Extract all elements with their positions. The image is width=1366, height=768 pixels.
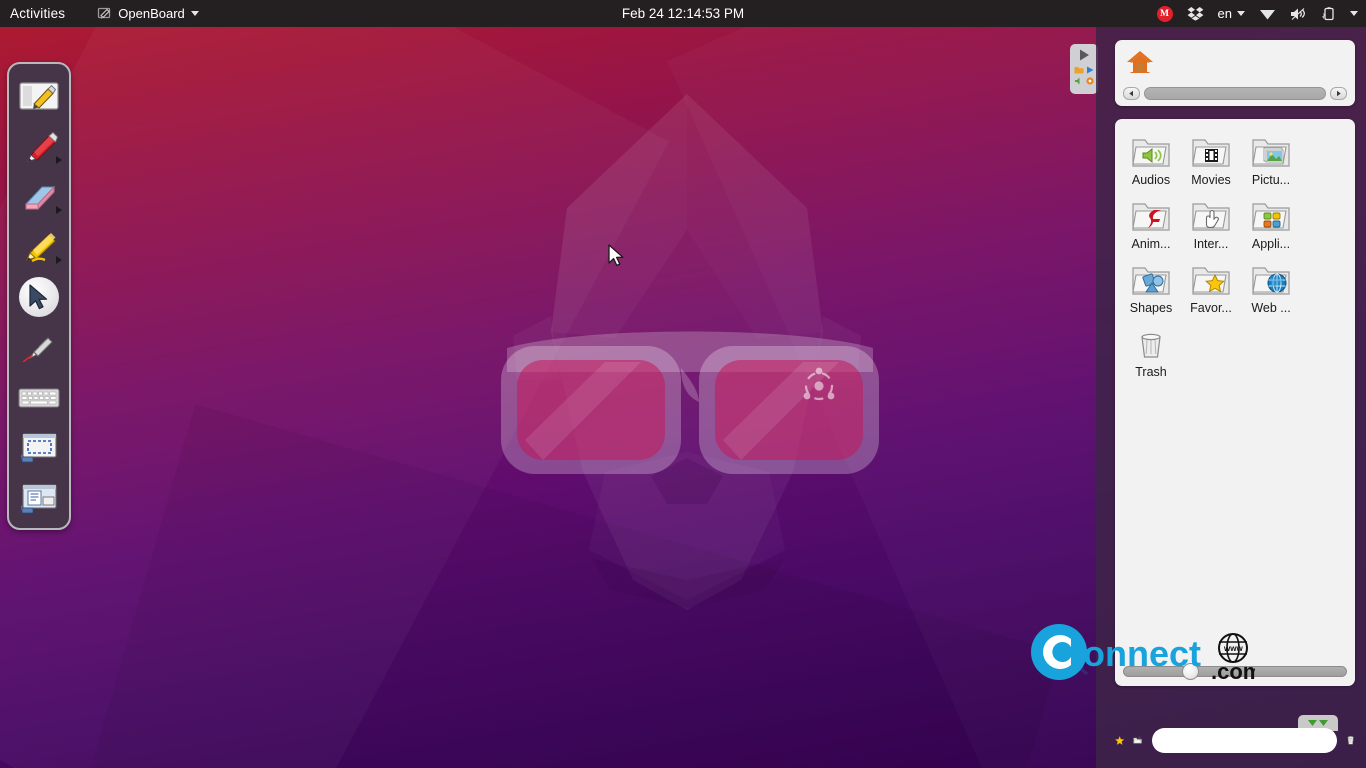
tool-marker[interactable] bbox=[15, 226, 63, 268]
library-item-label: Inter... bbox=[1193, 237, 1229, 251]
floating-mini-palette[interactable] bbox=[1070, 44, 1098, 94]
tool-pen[interactable] bbox=[15, 125, 63, 167]
library-nav-panel bbox=[1115, 40, 1355, 106]
library-search-input[interactable] bbox=[1151, 727, 1337, 753]
trash-icon bbox=[1121, 321, 1181, 363]
tool-capture-window[interactable] bbox=[15, 478, 63, 520]
chevron-down-icon[interactable] bbox=[1350, 11, 1358, 16]
library-item-pictures[interactable]: Pictu... bbox=[1241, 129, 1301, 187]
new-folder-icon[interactable] bbox=[1133, 729, 1143, 752]
folder-audio-icon bbox=[1121, 129, 1181, 171]
folder-web-icon bbox=[1241, 257, 1301, 299]
eraser-icon bbox=[24, 185, 56, 211]
breadcrumb-scroll-track[interactable] bbox=[1144, 87, 1326, 100]
library-item-shapes[interactable]: Shapes bbox=[1121, 257, 1181, 315]
library-item-label: Web ... bbox=[1251, 301, 1291, 315]
library-item-audios[interactable]: Audios bbox=[1121, 129, 1181, 187]
library-item-movies[interactable]: Movies bbox=[1181, 129, 1241, 187]
battery-charging-icon[interactable] bbox=[1320, 6, 1336, 21]
mini-palette-grid bbox=[1074, 65, 1095, 86]
speaker-icon[interactable] bbox=[1074, 76, 1084, 86]
library-icon-grid: Audios Movies Pictu... Anim... Inter... … bbox=[1121, 129, 1349, 385]
volume-icon[interactable] bbox=[1290, 7, 1306, 21]
annotate-document-icon bbox=[19, 82, 59, 110]
folder-interactivities-icon bbox=[1181, 193, 1241, 235]
openboard-toolbar bbox=[7, 62, 71, 530]
folder-animations-icon bbox=[1121, 193, 1181, 235]
gear-icon[interactable] bbox=[1085, 76, 1095, 86]
library-item-favorites[interactable]: Favor... bbox=[1181, 257, 1241, 315]
library-item-label: Appli... bbox=[1251, 237, 1291, 251]
activities-button[interactable]: Activities bbox=[0, 6, 77, 21]
pen-icon bbox=[27, 132, 59, 163]
tool-virtual-keyboard[interactable] bbox=[15, 377, 63, 419]
chevron-down-icon bbox=[190, 11, 199, 16]
tool-selector[interactable] bbox=[15, 276, 63, 318]
library-item-applications[interactable]: Appli... bbox=[1241, 193, 1301, 251]
tool-laser-pointer[interactable] bbox=[15, 327, 63, 369]
system-tray: M en bbox=[1156, 5, 1358, 22]
tool-capture-area[interactable] bbox=[15, 427, 63, 469]
chevron-down-icon bbox=[1237, 11, 1245, 16]
folder-applications-icon bbox=[1241, 193, 1301, 235]
scroll-left-button[interactable] bbox=[1123, 87, 1140, 100]
star-icon[interactable] bbox=[1115, 729, 1125, 752]
folder-movies-icon bbox=[1181, 129, 1241, 171]
laser-pointer-icon bbox=[22, 337, 53, 362]
clock[interactable]: Feb 24 12:14:53 PM bbox=[563, 6, 803, 21]
library-item-trash[interactable]: Trash bbox=[1121, 321, 1181, 379]
library-item-label: Movies bbox=[1191, 173, 1231, 187]
selector-cursor-icon bbox=[29, 284, 48, 310]
library-zoom-slider[interactable] bbox=[1123, 663, 1347, 680]
folder-icon[interactable] bbox=[1074, 65, 1084, 75]
library-sidebar: Audios Movies Pictu... Anim... Inter... … bbox=[1096, 27, 1366, 768]
mouse-cursor bbox=[608, 244, 624, 267]
library-item-web-search[interactable]: Web ... bbox=[1241, 257, 1301, 315]
scroll-right-button[interactable] bbox=[1330, 87, 1347, 100]
app-menu[interactable]: OpenBoard bbox=[97, 6, 199, 21]
language-label: en bbox=[1217, 6, 1232, 21]
library-item-animations[interactable]: Anim... bbox=[1121, 193, 1181, 251]
library-item-label: Trash bbox=[1135, 365, 1167, 379]
library-item-label: Favor... bbox=[1190, 301, 1232, 315]
breadcrumb-scrollbar[interactable] bbox=[1123, 87, 1347, 100]
gorilla-wallpaper-art bbox=[501, 94, 879, 610]
app-name-label: OpenBoard bbox=[118, 6, 185, 21]
library-items-panel: Audios Movies Pictu... Anim... Inter... … bbox=[1115, 119, 1355, 686]
virtual-keyboard-icon bbox=[18, 388, 60, 408]
home-icon bbox=[1127, 51, 1153, 73]
language-indicator[interactable]: en bbox=[1218, 6, 1245, 21]
tool-annotate-document[interactable] bbox=[15, 75, 63, 117]
top-bar: Activities OpenBoard Feb 24 12:14:53 PM … bbox=[0, 0, 1366, 27]
dropbox-icon[interactable] bbox=[1187, 6, 1204, 21]
zoom-slider-knob[interactable] bbox=[1182, 663, 1200, 680]
library-item-label: Pictu... bbox=[1251, 173, 1291, 187]
library-bottom-bar bbox=[1115, 722, 1355, 758]
library-item-interactivities[interactable]: Inter... bbox=[1181, 193, 1241, 251]
folder-pictures-icon bbox=[1241, 129, 1301, 171]
tool-eraser[interactable] bbox=[15, 176, 63, 218]
folder-favorites-icon bbox=[1181, 257, 1241, 299]
openboard-icon bbox=[98, 7, 111, 19]
mail-badge-icon[interactable]: M bbox=[1156, 5, 1173, 22]
capture-area-icon bbox=[21, 433, 57, 463]
library-item-label: Shapes bbox=[1129, 301, 1173, 315]
library-item-label: Anim... bbox=[1131, 237, 1171, 251]
marker-icon bbox=[26, 233, 56, 263]
wifi-icon[interactable] bbox=[1259, 7, 1276, 20]
trash-button-icon[interactable] bbox=[1346, 727, 1355, 753]
chevron-right-icon bbox=[1337, 90, 1341, 97]
chevron-left-icon bbox=[1129, 90, 1133, 97]
folder-shapes-icon bbox=[1121, 257, 1181, 299]
capture-window-icon bbox=[21, 484, 57, 514]
home-button[interactable] bbox=[1123, 46, 1157, 78]
zoom-slider-track[interactable] bbox=[1123, 666, 1347, 677]
arrow-icon[interactable] bbox=[1085, 65, 1095, 75]
library-item-label: Audios bbox=[1131, 173, 1171, 187]
play-icon[interactable] bbox=[1076, 47, 1092, 63]
